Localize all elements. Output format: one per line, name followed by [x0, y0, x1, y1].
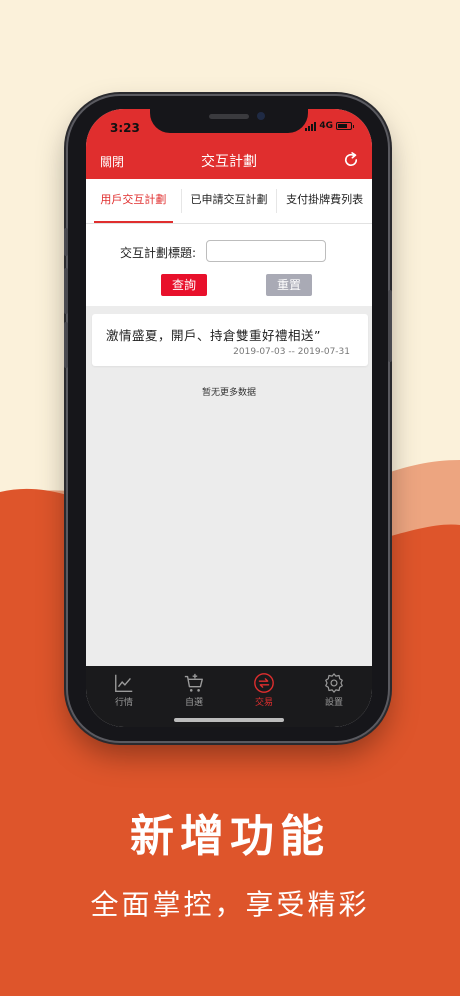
query-button[interactable]: 查詢: [161, 274, 207, 296]
plan-title-label: 交互計劃標題:: [120, 246, 197, 260]
phone-screen: 3:23 4G 關閉 交互計劃 用戶交互計劃 已申請交互計劃 支付掛牌費列表 交…: [86, 109, 372, 727]
bottom-tab-settings[interactable]: 設置: [304, 672, 364, 708]
no-more-data-text: 暂无更多数据: [201, 388, 256, 398]
bottom-tab-label: 行情: [114, 698, 133, 708]
battery-icon: [336, 122, 354, 130]
phone-speaker: [209, 114, 249, 119]
plan-title-input[interactable]: [206, 240, 326, 262]
search-form: 交互計劃標題: 查詢 重置: [86, 224, 372, 306]
refresh-icon[interactable]: [342, 151, 360, 169]
phone-camera: [257, 112, 265, 120]
network-type: 4G: [319, 121, 333, 131]
tab-applied-plans[interactable]: 已申請交互計劃: [182, 179, 277, 223]
cart-add-icon: [184, 673, 203, 692]
exchange-icon: [254, 673, 274, 693]
bottom-tab-label: 設置: [324, 698, 343, 708]
phone-volume-down: [64, 322, 68, 368]
reset-button[interactable]: 重置: [266, 274, 312, 296]
phone-side-button: [64, 228, 68, 256]
chart-line-icon: [115, 674, 133, 692]
bottom-tab-market[interactable]: 行情: [94, 672, 154, 708]
phone-power-button: [388, 290, 392, 362]
tab-listing-fees[interactable]: 支付掛牌費列表: [277, 179, 372, 223]
plan-card[interactable]: 激情盛夏，開戶、持倉雙重好禮相送” 2019-07-03 -- 2019-07-…: [92, 314, 368, 366]
promo-subtitle: 全面掌控，享受精彩: [90, 888, 370, 921]
promo-title: 新增功能: [130, 811, 330, 862]
signal-icon: [305, 121, 317, 131]
tab-bar: 用戶交互計劃 已申請交互計劃 支付掛牌費列表: [86, 179, 372, 224]
bottom-tab-bar: 行情 自選 交易 設置: [86, 666, 372, 727]
bottom-tab-label: 自選: [184, 698, 203, 708]
home-indicator: [174, 718, 284, 722]
status-time: 3:23: [110, 121, 140, 135]
plan-date-range: 2019-07-03 -- 2019-07-31: [233, 347, 350, 357]
phone-volume-up: [64, 268, 68, 314]
page-title: 交互計劃: [201, 154, 257, 170]
bottom-tab-label: 交易: [254, 698, 273, 708]
gear-icon: [325, 673, 343, 693]
bottom-tab-trade[interactable]: 交易: [234, 672, 294, 708]
phone-notch: [150, 107, 308, 133]
plan-title: 激情盛夏，開戶、持倉雙重好禮相送”: [106, 328, 321, 343]
tab-user-plans[interactable]: 用戶交互計劃: [86, 179, 181, 223]
bottom-tab-watchlist[interactable]: 自選: [164, 672, 224, 708]
status-indicators: 4G: [305, 121, 354, 131]
